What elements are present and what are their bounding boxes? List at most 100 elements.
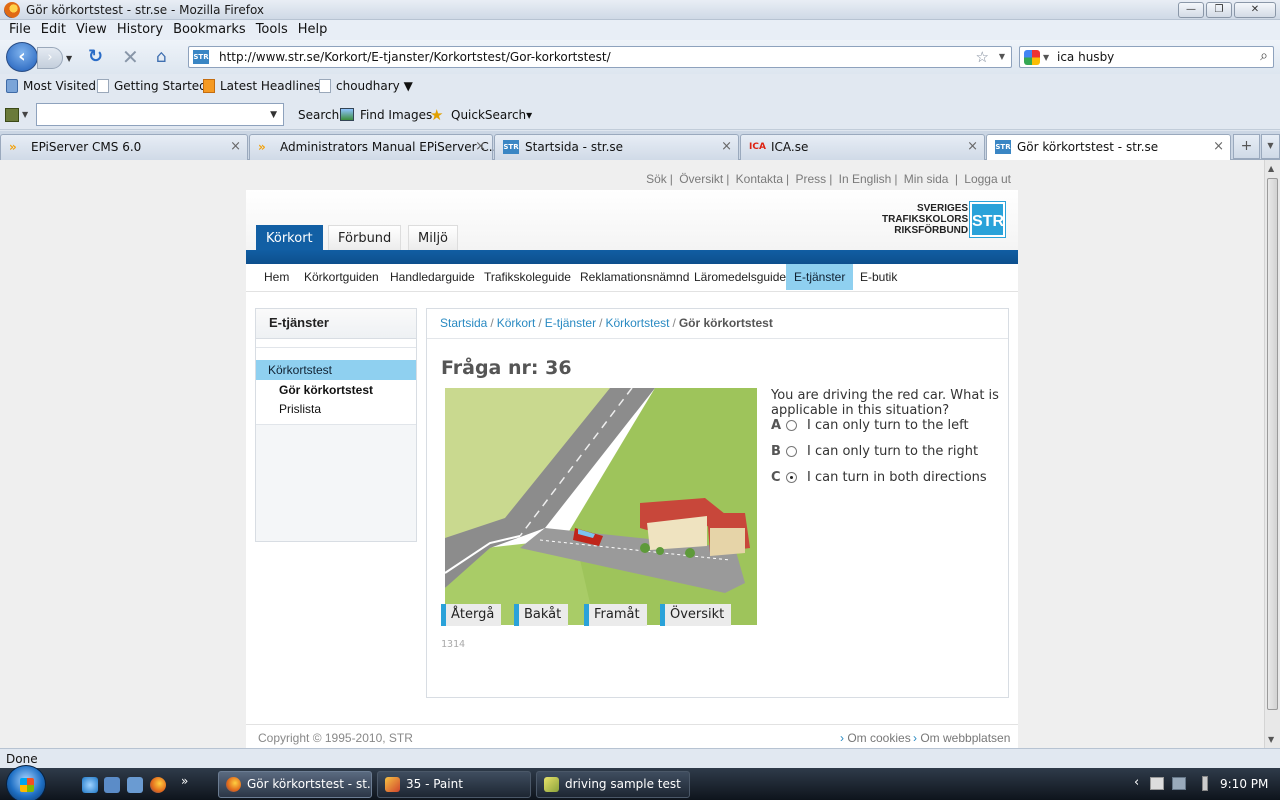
find-images-button[interactable]: Find Images: [360, 108, 432, 122]
taskbar-firefox[interactable]: Gör körkortstest - st...: [218, 771, 372, 798]
bookmark-getting-started[interactable]: Getting Started: [97, 79, 207, 93]
tab-ica[interactable]: ICA ICA.se ×: [740, 134, 985, 160]
bakat-button[interactable]: Bakåt: [514, 604, 569, 626]
internet-explorer-icon[interactable]: [82, 777, 98, 793]
bookmark-latest-headlines[interactable]: Latest Headlines: [203, 79, 320, 93]
history-dropdown-icon[interactable]: ▼: [66, 54, 72, 63]
taskbar-paint[interactable]: 35 - Paint: [377, 771, 531, 798]
quicklaunch-more-icon[interactable]: »: [181, 774, 188, 788]
site-identity-icon[interactable]: STR: [193, 50, 209, 64]
link-press[interactable]: Press: [793, 172, 830, 186]
option-text[interactable]: I can turn in both directions: [807, 470, 987, 485]
radio-b[interactable]: [786, 445, 797, 457]
firefox-quicklaunch-icon[interactable]: [150, 777, 166, 793]
scroll-thumb[interactable]: [1267, 178, 1278, 710]
minimize-button[interactable]: —: [1178, 2, 1204, 18]
reload-icon[interactable]: ↻: [88, 47, 108, 67]
menu-bookmarks[interactable]: Bookmarks: [168, 20, 251, 40]
subnav-e-tjanster[interactable]: E-tjänster: [786, 264, 854, 290]
subnav-e-butik[interactable]: E-butik: [852, 264, 905, 290]
subnav-handledarguide[interactable]: Handledarguide: [382, 264, 483, 290]
link-oversikt[interactable]: Översikt: [676, 172, 726, 186]
link-logga-ut[interactable]: Logga ut: [961, 172, 1014, 186]
search-input[interactable]: ica husby: [1057, 50, 1114, 64]
subnav-korkortguiden[interactable]: Körkortguiden: [296, 264, 387, 290]
tab-close-icon[interactable]: ×: [1213, 139, 1224, 154]
sidebar-item-prislista[interactable]: Prislista: [279, 402, 321, 416]
str-logo-text[interactable]: SVERIGES TRAFIKSKOLORS RIKSFÖRBUND: [882, 203, 968, 236]
link-min-sida[interactable]: Min sida: [901, 172, 952, 186]
oversikt-button[interactable]: Översikt: [660, 604, 732, 626]
start-button[interactable]: [6, 765, 46, 800]
maximize-button[interactable]: ❐: [1206, 2, 1232, 18]
google-engine-icon[interactable]: [1024, 50, 1040, 65]
subnav-trafikskoleguide[interactable]: Trafikskoleguide: [476, 264, 579, 290]
tab-close-icon[interactable]: ×: [475, 139, 486, 154]
menu-tools[interactable]: Tools: [251, 20, 293, 40]
answer-option-c[interactable]: C I can turn in both directions: [771, 467, 987, 487]
url-dropdown-icon[interactable]: ▼: [999, 52, 1005, 61]
atergå-button[interactable]: Återgå: [441, 604, 502, 626]
str-logo-mark[interactable]: STR: [969, 201, 1006, 238]
tab-list-button[interactable]: ▼: [1261, 134, 1280, 159]
tab-close-icon[interactable]: ×: [967, 139, 978, 154]
network-icon[interactable]: [1172, 777, 1186, 790]
show-hidden-icons-icon[interactable]: ‹: [1134, 775, 1139, 790]
sidebar-item-gor-korkortstest[interactable]: Gör körkortstest: [279, 383, 373, 397]
toolbar-search-button[interactable]: Search: [298, 108, 339, 122]
bookmark-star-icon[interactable]: ☆: [976, 48, 989, 66]
scroll-up-icon[interactable]: ▲: [1268, 164, 1274, 173]
battery-icon[interactable]: [1202, 776, 1208, 791]
subnav-reklamationsnamnd[interactable]: Reklamationsnämnd: [572, 264, 697, 290]
menu-file[interactable]: File: [4, 20, 36, 40]
stop-icon[interactable]: ✕: [122, 47, 142, 67]
subnav-hem[interactable]: Hem: [256, 264, 297, 290]
switch-windows-icon[interactable]: [127, 777, 143, 793]
new-tab-button[interactable]: +: [1233, 134, 1260, 159]
url-bar[interactable]: STR http://www.str.se/Korkort/E-tjanster…: [188, 46, 1012, 68]
tab-close-icon[interactable]: ×: [721, 139, 732, 154]
toolbar-search-combo[interactable]: ▼: [36, 103, 284, 126]
engine-dropdown-icon[interactable]: ▼: [1043, 53, 1049, 62]
tab-gor-korkortstest[interactable]: STR Gör körkortstest - str.se ×: [986, 134, 1231, 161]
menu-help[interactable]: Help: [293, 20, 333, 40]
bookmark-choudhary[interactable]: choudhary ▼: [319, 79, 413, 93]
radio-c[interactable]: [786, 471, 797, 483]
subnav-laromedelsguide[interactable]: Läromedelsguide: [686, 264, 794, 290]
tab-forbund[interactable]: Förbund: [328, 225, 402, 250]
tab-administrators-manual[interactable]: » Administrators Manual EPiServer C... ×: [249, 134, 500, 160]
tab-startsida[interactable]: STR Startsida - str.se ×: [494, 134, 739, 160]
quicksearch-button[interactable]: QuickSearch▾: [451, 108, 532, 122]
tray-app-icon[interactable]: [1150, 777, 1164, 790]
option-text[interactable]: I can only turn to the left: [807, 418, 969, 433]
url-text[interactable]: http://www.str.se/Korkort/E-tjanster/Kor…: [219, 50, 611, 64]
answer-option-b[interactable]: B I can only turn to the right: [771, 441, 978, 461]
breadcrumb-startsida[interactable]: Startsida: [440, 316, 487, 330]
bookmark-most-visited[interactable]: Most Visited: [6, 79, 96, 93]
tab-miljo[interactable]: Miljö: [408, 225, 459, 250]
tab-close-icon[interactable]: ×: [230, 139, 241, 154]
forward-button[interactable]: ›: [37, 47, 63, 69]
search-box[interactable]: ▼ ica husby ⌕: [1019, 46, 1274, 68]
show-desktop-icon[interactable]: [104, 777, 120, 793]
framat-button[interactable]: Framåt: [584, 604, 647, 626]
clock[interactable]: 9:10 PM: [1220, 777, 1268, 791]
toolbar-dropdown-icon[interactable]: ▼: [22, 110, 28, 119]
home-icon[interactable]: ⌂: [156, 47, 178, 67]
scroll-down-icon[interactable]: ▼: [1268, 735, 1274, 744]
sidebar-item-korkortstest[interactable]: Körkortstest: [256, 360, 416, 380]
tab-korkort[interactable]: Körkort: [256, 225, 323, 250]
breadcrumb-e-tjanster[interactable]: E-tjänster: [545, 316, 596, 330]
menu-edit[interactable]: Edit: [36, 20, 71, 40]
link-om-webbplatsen[interactable]: Om webbplatsen: [913, 731, 1010, 745]
chevron-down-icon[interactable]: ▼: [270, 110, 277, 120]
menu-history[interactable]: History: [112, 20, 168, 40]
taskbar-driving-sample-test[interactable]: driving sample test: [536, 771, 690, 798]
breadcrumb-korkortstest[interactable]: Körkortstest: [605, 316, 669, 330]
tab-episerver-cms[interactable]: » EPiServer CMS 6.0 ×: [0, 134, 248, 160]
link-om-cookies[interactable]: Om cookies: [840, 731, 910, 745]
link-in-english[interactable]: In English: [836, 172, 895, 186]
link-kontakta[interactable]: Kontakta: [733, 172, 786, 186]
close-button[interactable]: ✕: [1234, 2, 1276, 18]
menu-view[interactable]: View: [71, 20, 112, 40]
